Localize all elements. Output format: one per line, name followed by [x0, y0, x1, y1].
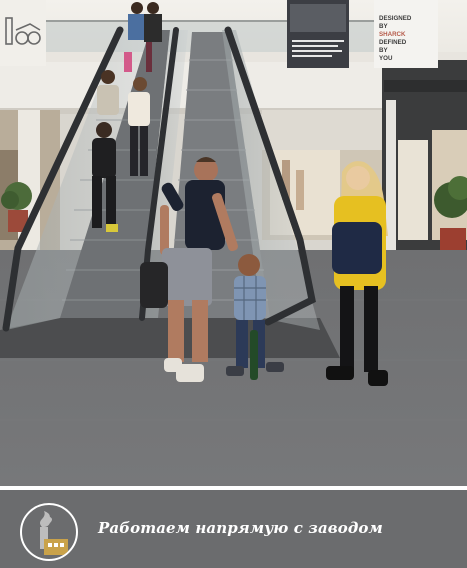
banner-caption: Работаем напрямую с заводом	[98, 519, 383, 537]
sign-designed: DESIGNED	[379, 15, 412, 22]
svg-text:SHARCK: SHARCK	[379, 31, 406, 38]
svg-text:YOU: YOU	[379, 55, 393, 62]
factory-icon	[20, 503, 78, 561]
svg-text:BY: BY	[379, 47, 388, 54]
svg-text:BY: BY	[379, 23, 388, 30]
mall-escalator-photo: DESIGNED BY SHARCK DEFINED BY YOU	[0, 0, 467, 486]
svg-text:DEFINED: DEFINED	[379, 39, 407, 46]
